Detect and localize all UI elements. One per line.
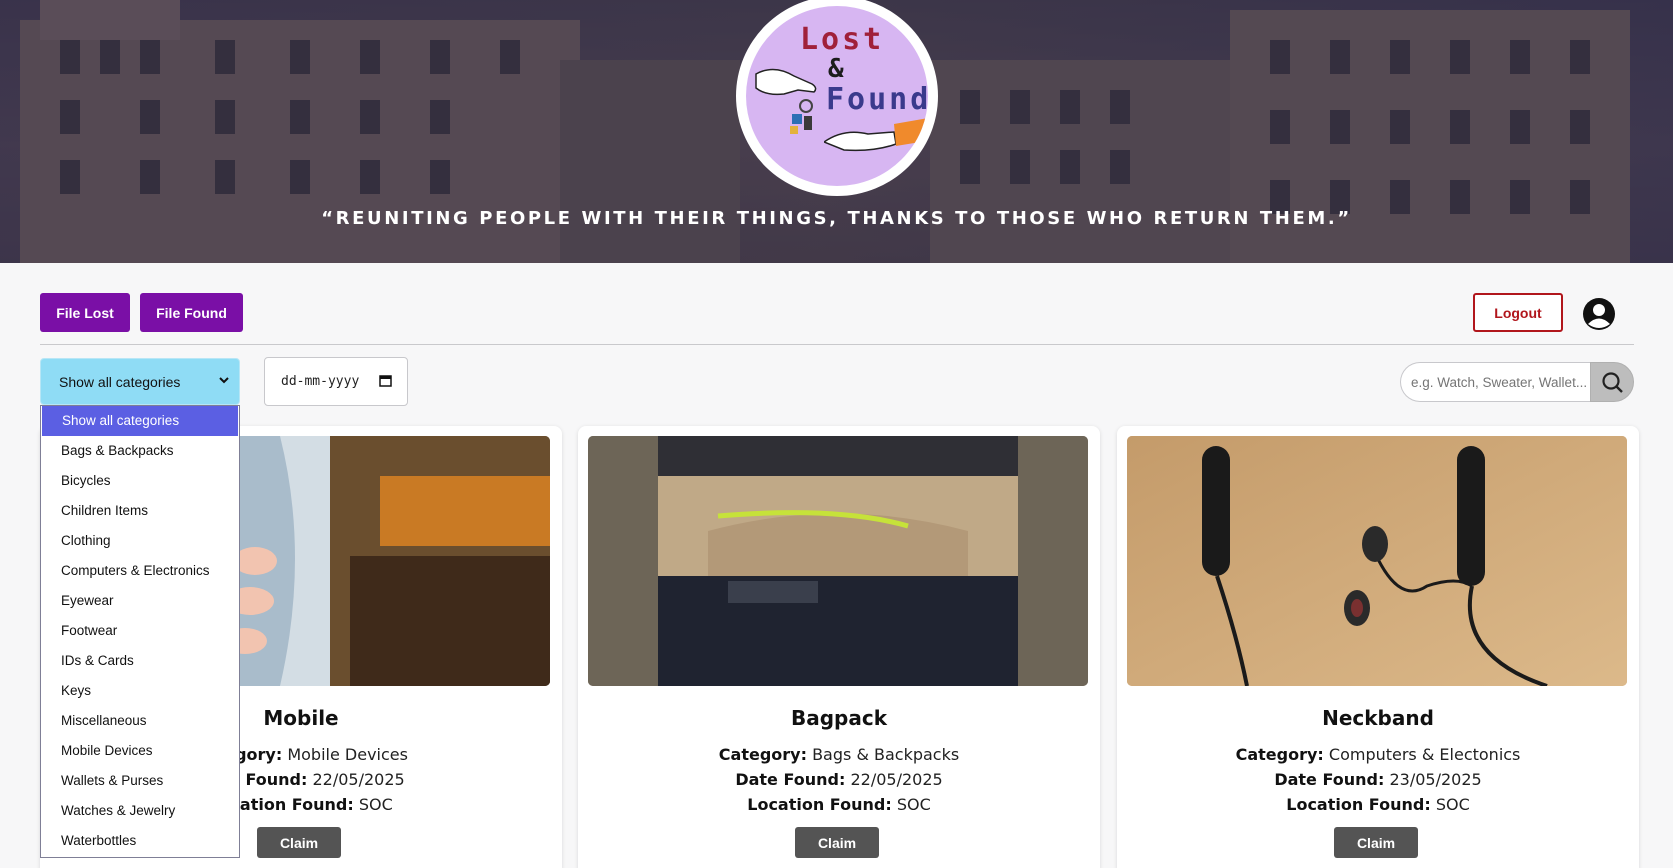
date-placeholder: dd-mm-yyyy bbox=[281, 374, 360, 389]
calendar-icon[interactable] bbox=[379, 374, 392, 387]
category-option[interactable]: Clothing bbox=[41, 526, 239, 556]
category-option[interactable]: Computers & Electronics bbox=[41, 556, 239, 586]
search-input[interactable] bbox=[1400, 362, 1592, 402]
chevron-down-icon bbox=[219, 377, 229, 384]
category-dropdown-list[interactable]: Show all categories Bags & Backpacks Bic… bbox=[40, 405, 240, 858]
search-bar bbox=[1400, 362, 1634, 402]
category-option[interactable]: Show all categories bbox=[42, 406, 238, 436]
search-icon bbox=[1602, 372, 1623, 393]
category-option[interactable]: Footwear bbox=[41, 616, 239, 646]
date-found-input[interactable]: dd-mm-yyyy bbox=[264, 357, 408, 406]
claim-button[interactable]: Claim bbox=[1334, 827, 1418, 858]
item-card bbox=[1117, 426, 1639, 868]
logo-word-lost: Lost bbox=[800, 22, 885, 57]
category-option[interactable]: Watches & Jewelry bbox=[41, 796, 239, 826]
item-card bbox=[578, 426, 1100, 868]
claim-button[interactable]: Claim bbox=[795, 827, 879, 858]
category-option[interactable]: IDs & Cards bbox=[41, 646, 239, 676]
category-select[interactable]: Show all categories bbox=[40, 358, 240, 405]
hero-banner: Lost & Found “REUNITING PEOPLE WITH THEI… bbox=[0, 0, 1673, 263]
file-found-button[interactable]: File Found bbox=[140, 293, 243, 332]
user-account-icon[interactable] bbox=[1582, 297, 1616, 331]
category-option[interactable]: Children Items bbox=[41, 496, 239, 526]
item-photo-bagpack bbox=[588, 436, 1088, 686]
file-lost-button[interactable]: File Lost bbox=[40, 293, 130, 332]
category-option[interactable]: Bags & Backpacks bbox=[41, 436, 239, 466]
item-photo-neckband bbox=[1127, 436, 1627, 686]
logout-button[interactable]: Logout bbox=[1473, 293, 1563, 332]
category-option[interactable]: Miscellaneous bbox=[41, 706, 239, 736]
category-option[interactable]: Waterbottles bbox=[41, 826, 239, 856]
hero-tagline: “REUNITING PEOPLE WITH THEIR THINGS, THA… bbox=[321, 208, 1352, 229]
category-selected-value: Show all categories bbox=[59, 374, 181, 390]
lost-and-found-logo[interactable]: Lost & Found bbox=[736, 0, 938, 196]
category-option[interactable]: Eyewear bbox=[41, 586, 239, 616]
receiving-hand-icon bbox=[824, 118, 928, 152]
category-option[interactable]: Keys bbox=[41, 676, 239, 706]
category-option[interactable]: Bicycles bbox=[41, 466, 239, 496]
category-option[interactable]: Wallets & Purses bbox=[41, 766, 239, 796]
search-button[interactable] bbox=[1590, 362, 1634, 402]
toolbar-divider bbox=[40, 344, 1634, 345]
claim-button[interactable]: Claim bbox=[257, 827, 341, 858]
category-option[interactable]: Mobile Devices bbox=[41, 736, 239, 766]
